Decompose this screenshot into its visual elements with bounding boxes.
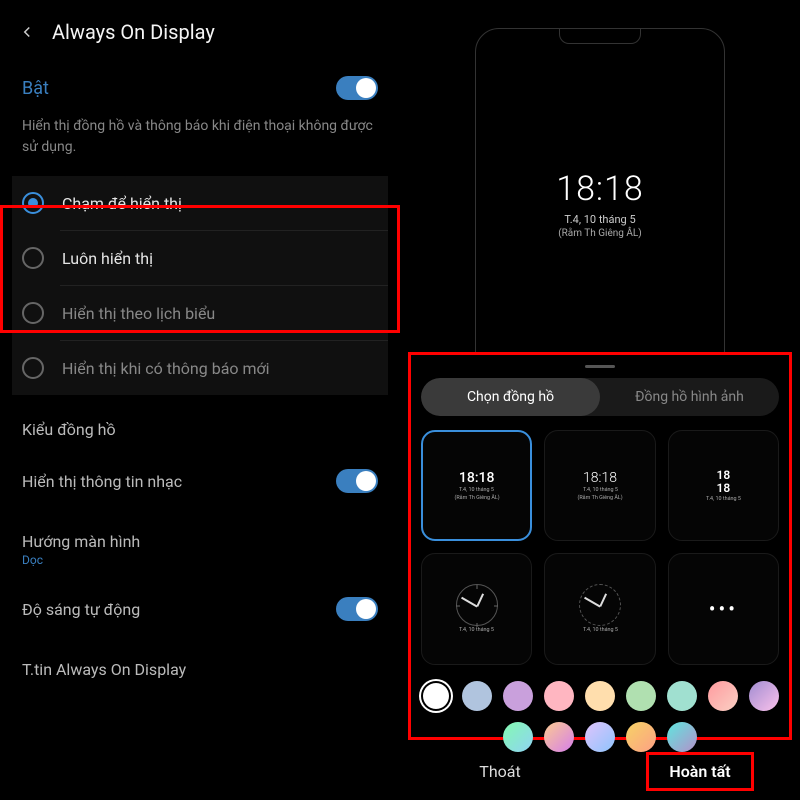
description: Hiển thị đồng hồ và thông báo khi điện t… [12, 116, 388, 176]
clock-tile-more[interactable]: ••• [668, 553, 779, 664]
mode-label: Luôn hiển thị [62, 249, 153, 268]
preview-time: 18:18 [556, 169, 644, 209]
color-swatch[interactable] [708, 681, 738, 711]
header: Always On Display [12, 18, 388, 68]
mode-on-notification[interactable]: Hiển thị khi có thông báo mới [12, 341, 388, 395]
clock-tile-digital-2[interactable]: 18:18 T.4, 10 tháng 5 (Rằm Th Giêng ÂL) [544, 430, 655, 541]
tile-min: 18 [717, 482, 731, 495]
picker-tabs: Chọn đồng hồ Đồng hồ hình ảnh [421, 378, 779, 416]
picker-sheet: Chọn đồng hồ Đồng hồ hình ảnh 18:18 T.4,… [408, 352, 792, 740]
radio-icon [22, 357, 44, 379]
setting-label: Độ sáng tự động [22, 600, 140, 619]
done-button[interactable]: Hoàn tất [600, 746, 800, 796]
clock-picker-panel: 18:18 T.4, 10 tháng 5 (Rằm Th Giêng ÂL) … [400, 0, 800, 800]
done-label: Hoàn tất [646, 752, 753, 791]
color-swatch[interactable] [626, 681, 656, 711]
analog-face [579, 584, 621, 626]
tile-sub: T.4, 10 tháng 5 [459, 627, 494, 633]
enable-toggle[interactable] [336, 76, 378, 100]
mode-label: Hiển thị theo lịch biểu [62, 304, 215, 323]
aod-info-row[interactable]: T.tin Always On Display [12, 644, 388, 695]
analog-face [456, 584, 498, 626]
color-swatch[interactable] [421, 681, 451, 711]
tile-sub1: T.4, 10 tháng 5 [583, 487, 618, 493]
settings-panel: Always On Display Bật Hiển thị đồng hồ v… [0, 0, 400, 800]
color-swatch[interactable] [749, 681, 779, 711]
enable-label: Bật [22, 78, 49, 99]
color-swatch[interactable] [585, 681, 615, 711]
tab-choose-clock[interactable]: Chọn đồng hồ [421, 378, 600, 416]
tile-sub1: T.4, 10 tháng 5 [459, 487, 494, 493]
drag-handle[interactable] [585, 365, 615, 368]
tile-sub: T.4, 10 tháng 5 [583, 627, 618, 633]
tab-image-clock[interactable]: Đồng hồ hình ảnh [600, 378, 779, 416]
mode-always-show[interactable]: Luôn hiển thị [12, 231, 388, 285]
clock-tile-digital-3[interactable]: 18 18 T.4, 10 tháng 5 [668, 430, 779, 541]
brightness-toggle[interactable] [336, 597, 378, 621]
clock-tile-analog-1[interactable]: T.4, 10 tháng 5 [421, 553, 532, 664]
radio-icon [22, 247, 44, 269]
cancel-button[interactable]: Thoát [400, 746, 600, 796]
preview-date: T.4, 10 tháng 5 [564, 213, 635, 226]
clock-tile-digital-1[interactable]: 18:18 T.4, 10 tháng 5 (Rằm Th Giêng ÂL) [421, 430, 532, 541]
more-icon: ••• [709, 597, 738, 621]
tile-time: 18:18 [459, 470, 495, 486]
tile-sub2: (Rằm Th Giêng ÂL) [577, 494, 622, 500]
back-icon[interactable] [16, 21, 38, 43]
radio-icon [22, 302, 44, 324]
setting-label: T.tin Always On Display [22, 660, 186, 679]
mode-tap-to-show[interactable]: Chạm để hiển thị [12, 176, 388, 230]
setting-label: Kiểu đồng hồ [22, 420, 116, 439]
mode-label: Hiển thị khi có thông báo mới [62, 359, 270, 378]
setting-label: Hiển thị thông tin nhạc [22, 472, 182, 491]
color-swatch[interactable] [462, 681, 492, 711]
music-info-row[interactable]: Hiển thị thông tin nhạc [12, 455, 388, 507]
clock-style-row[interactable]: Kiểu đồng hồ [12, 404, 388, 455]
enable-row[interactable]: Bật [12, 68, 388, 116]
page-title: Always On Display [52, 20, 215, 44]
color-swatches [419, 665, 781, 754]
color-swatch[interactable] [544, 681, 574, 711]
mode-label: Chạm để hiển thị [62, 194, 182, 213]
clock-preview: 18:18 T.4, 10 tháng 5 (Rằm Th Giêng ÂL) [400, 0, 800, 352]
setting-label: Hướng màn hình [22, 532, 140, 551]
color-swatch[interactable] [667, 681, 697, 711]
tile-sub2: (Rằm Th Giêng ÂL) [454, 494, 499, 500]
bottom-bar: Thoát Hoàn tất [400, 746, 800, 796]
color-swatch[interactable] [503, 681, 533, 711]
tile-time: 18:18 [583, 470, 617, 486]
preview-lunar: (Rằm Th Giêng ÂL) [558, 228, 642, 239]
display-mode-group: Chạm để hiển thị Luôn hiển thị Hiển thị … [12, 176, 388, 395]
auto-brightness-row[interactable]: Độ sáng tự động [12, 583, 388, 635]
tile-sub: T.4, 10 tháng 5 [706, 495, 741, 501]
radio-icon [22, 192, 44, 214]
music-toggle[interactable] [336, 469, 378, 493]
mode-scheduled[interactable]: Hiển thị theo lịch biểu [12, 286, 388, 340]
setting-value: Dọc [22, 553, 43, 567]
clock-tile-analog-2[interactable]: T.4, 10 tháng 5 [544, 553, 655, 664]
clock-grid: 18:18 T.4, 10 tháng 5 (Rằm Th Giêng ÂL) … [419, 430, 781, 665]
orientation-row[interactable]: Hướng màn hình Dọc [12, 516, 388, 583]
